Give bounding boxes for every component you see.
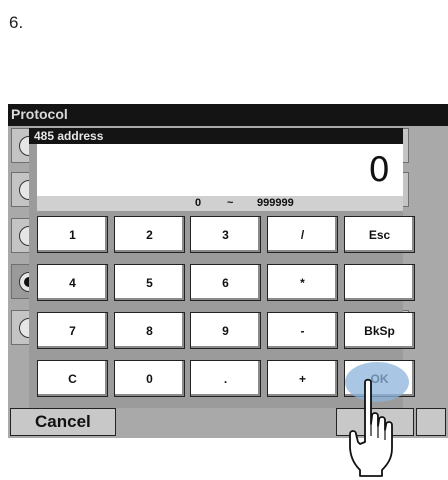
range-min: 0 bbox=[195, 197, 202, 209]
cancel-button[interactable]: Cancel bbox=[10, 408, 116, 436]
key-backspace[interactable]: BkSp bbox=[344, 312, 415, 349]
key-4[interactable]: 4 bbox=[37, 264, 108, 301]
title-bar: Protocol bbox=[8, 104, 448, 126]
key-blank[interactable] bbox=[344, 264, 415, 301]
key-esc[interactable]: Esc bbox=[344, 216, 415, 253]
value-text: 0 bbox=[368, 150, 390, 190]
key-divide[interactable]: / bbox=[267, 216, 338, 253]
key-8[interactable]: 8 bbox=[114, 312, 185, 349]
step-number: 6. bbox=[9, 13, 24, 32]
keypad-title: 485 address bbox=[34, 129, 104, 143]
key-0[interactable]: 0 bbox=[114, 360, 185, 397]
key-5[interactable]: 5 bbox=[114, 264, 185, 301]
key-9[interactable]: 9 bbox=[190, 312, 261, 349]
value-display: 0 bbox=[37, 144, 403, 196]
keypad-header: 485 address bbox=[29, 128, 403, 144]
key-multiply[interactable]: * bbox=[267, 264, 338, 301]
key-plus[interactable]: + bbox=[267, 360, 338, 397]
range-max: 999999 bbox=[257, 197, 294, 209]
numeric-keypad-dialog: 485 address 0 0 ~ 999999 1 2 3 / Esc 4 5… bbox=[29, 128, 415, 408]
range-indicator: 0 ~ 999999 bbox=[37, 196, 403, 211]
key-6[interactable]: 6 bbox=[190, 264, 261, 301]
cancel-label: Cancel bbox=[35, 412, 91, 431]
key-7[interactable]: 7 bbox=[37, 312, 108, 349]
key-2[interactable]: 2 bbox=[114, 216, 185, 253]
underlying-button[interactable] bbox=[416, 408, 446, 436]
hand-pointer-icon bbox=[349, 378, 393, 477]
key-1[interactable]: 1 bbox=[37, 216, 108, 253]
range-separator: ~ bbox=[227, 197, 234, 209]
key-decimal[interactable]: . bbox=[190, 360, 261, 397]
key-minus[interactable]: - bbox=[267, 312, 338, 349]
key-3[interactable]: 3 bbox=[190, 216, 261, 253]
window-title: Protocol bbox=[11, 106, 68, 122]
key-clear[interactable]: C bbox=[37, 360, 108, 397]
